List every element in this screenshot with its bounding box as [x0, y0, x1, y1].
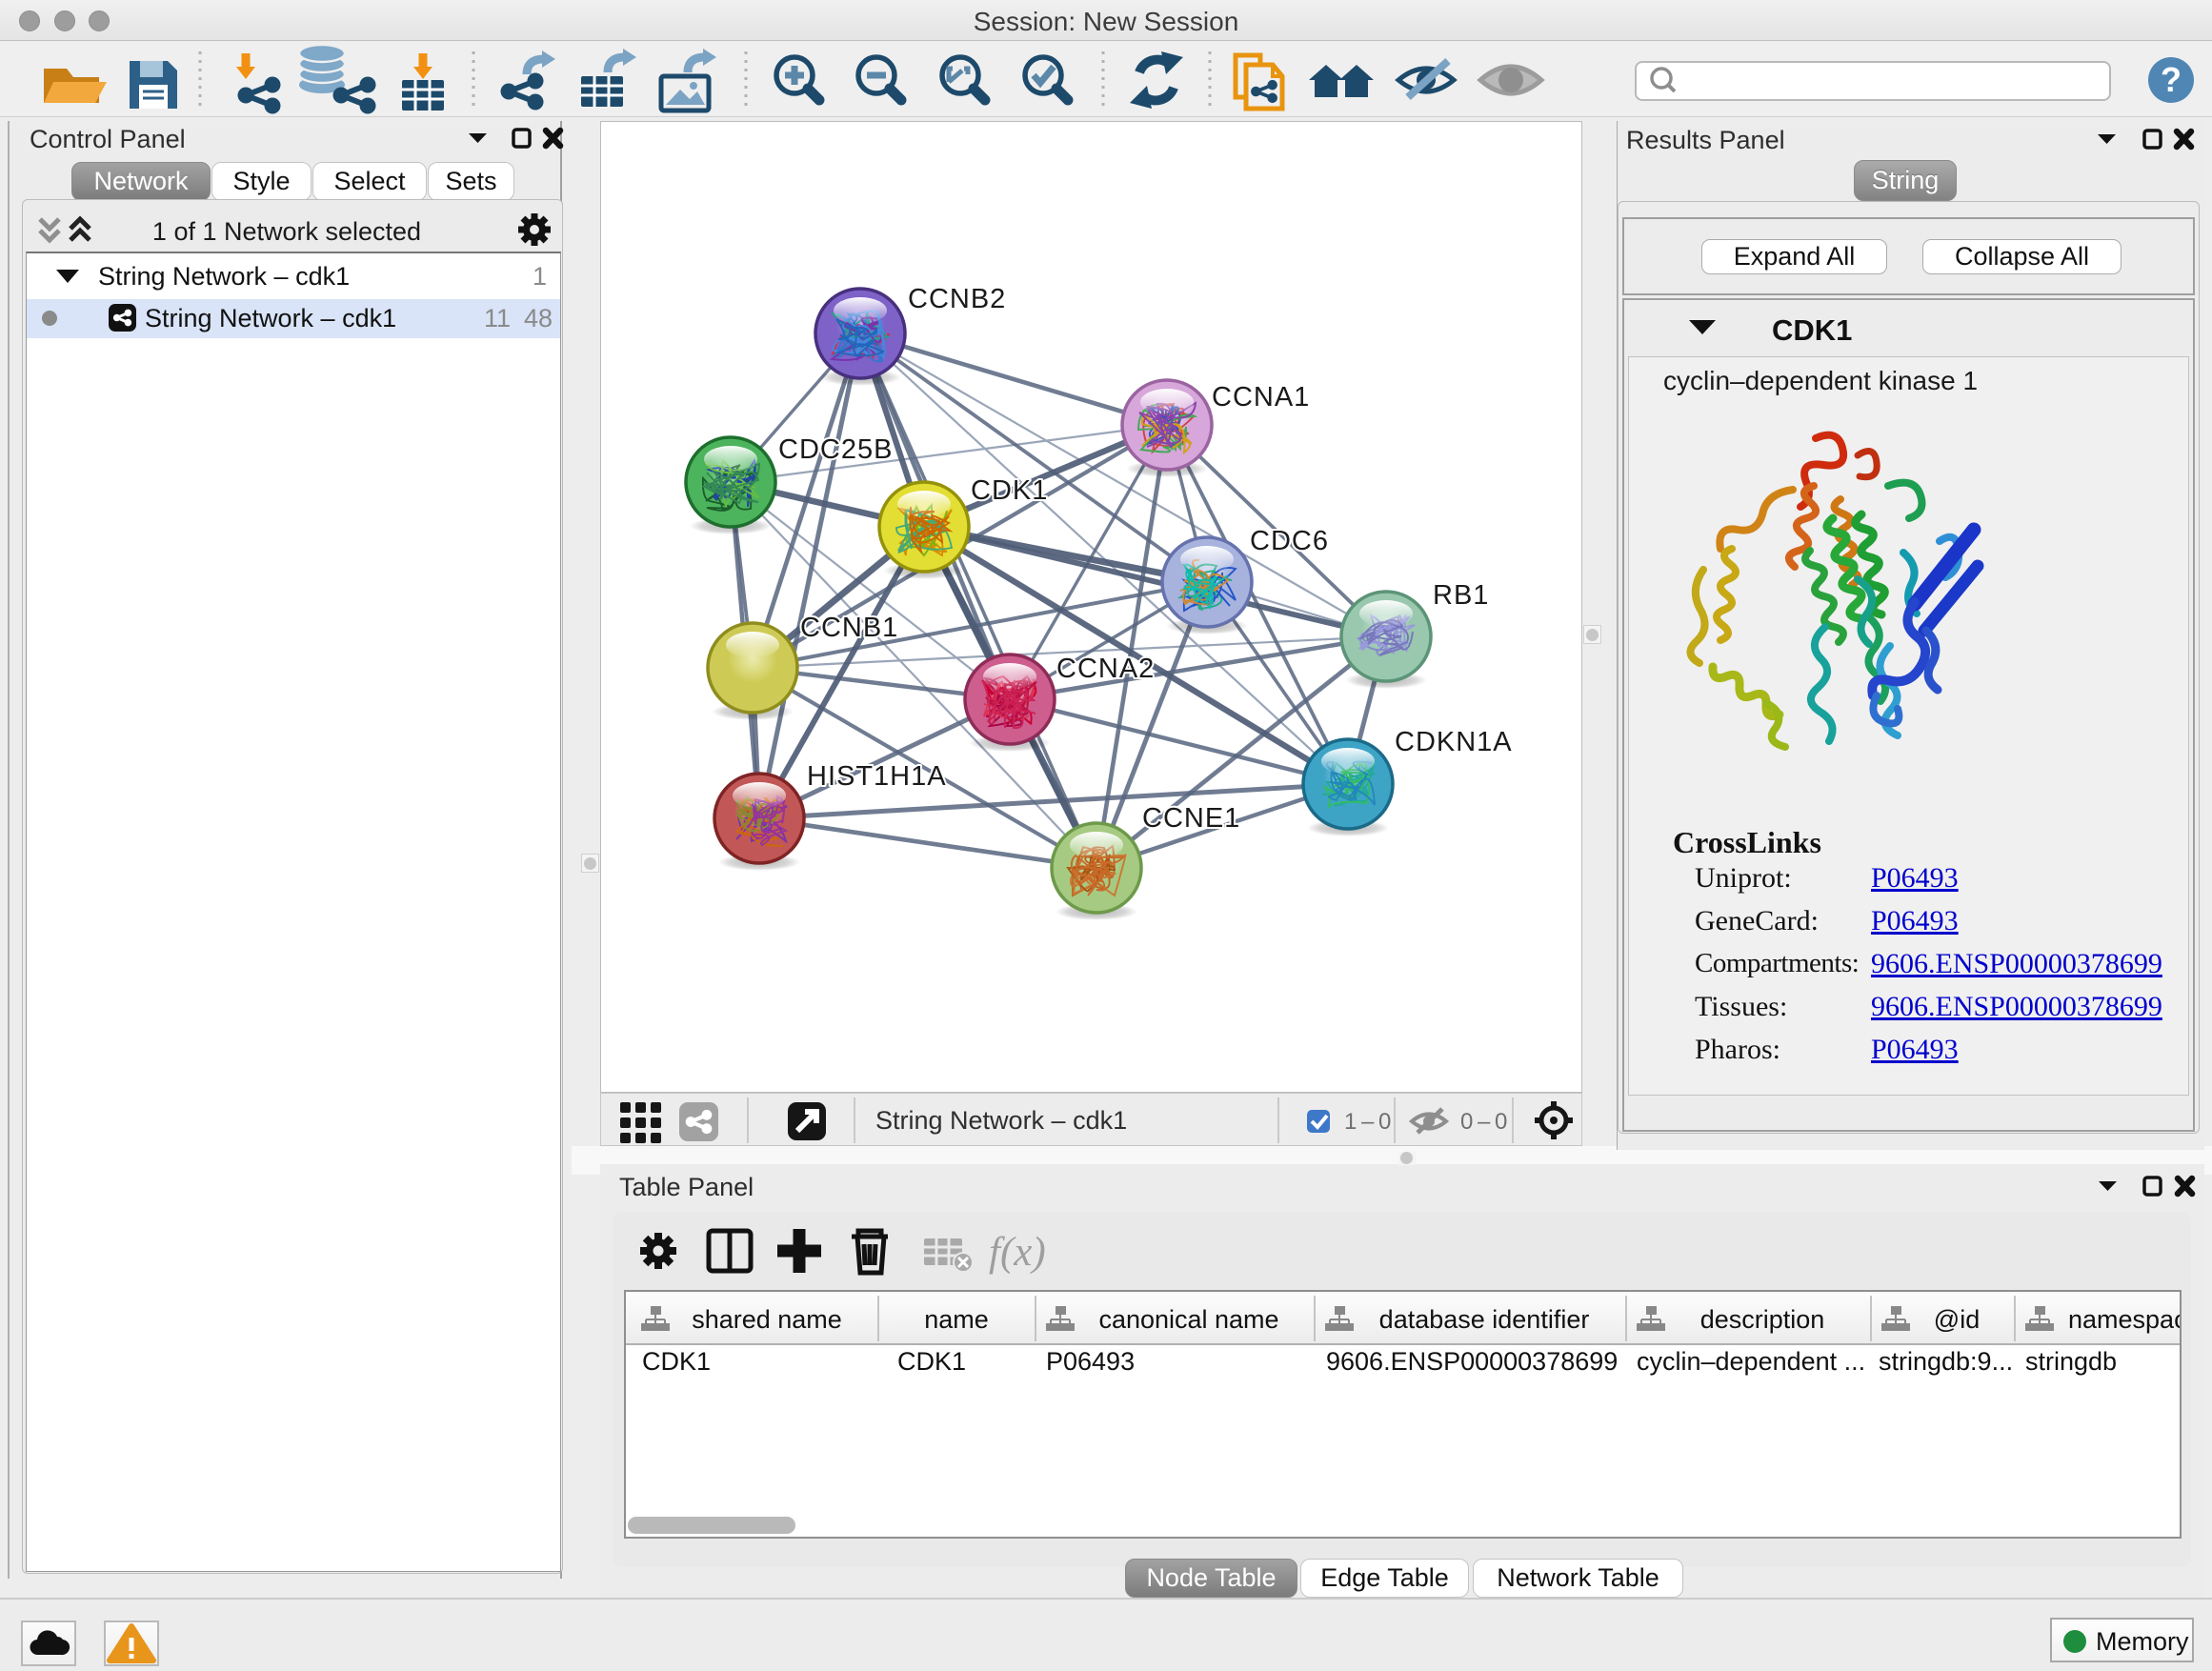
svg-text:?: ? [2161, 60, 2182, 99]
svg-text:HIST1H1A: HIST1H1A [807, 761, 947, 792]
svg-text:CCNB2: CCNB2 [908, 284, 1006, 314]
svg-text:canonical name: canonical name [1098, 1305, 1278, 1334]
svg-text:CCNB1: CCNB1 [800, 613, 898, 643]
svg-text:database identifier: database identifier [1379, 1305, 1590, 1334]
svg-text:shared name: shared name [692, 1305, 842, 1334]
svg-text:CCNA1: CCNA1 [1212, 382, 1310, 413]
svg-text:CDC6: CDC6 [1250, 526, 1329, 556]
svg-text:CDKN1A: CDKN1A [1395, 727, 1513, 757]
svg-text:RB1: RB1 [1433, 580, 1489, 611]
svg-text:CDC25B: CDC25B [778, 434, 893, 465]
svg-text:name: name [924, 1305, 989, 1334]
svg-text:namespace: namespace [2068, 1305, 2180, 1334]
svg-text:CCNE1: CCNE1 [1142, 803, 1240, 834]
svg-text:@id: @id [1934, 1305, 1980, 1334]
svg-text:description: description [1700, 1305, 1825, 1334]
svg-text:CCNA2: CCNA2 [1056, 654, 1155, 684]
svg-text:f(x): f(x) [989, 1230, 1046, 1275]
svg-text:CDK1: CDK1 [971, 475, 1048, 506]
